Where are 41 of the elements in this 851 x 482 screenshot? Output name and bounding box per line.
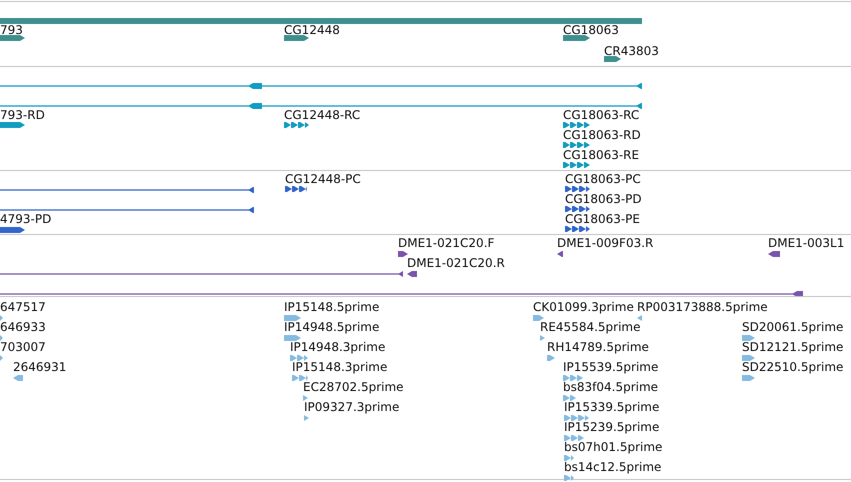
feature-label: CG18063 [563, 23, 619, 37]
feature-label: IP15339.5prime [564, 400, 660, 414]
feature-label: SD20061.5prime [742, 320, 844, 334]
feature-label: DME1-003L1 [768, 236, 844, 250]
feature-label: IP09327.3prime [304, 400, 400, 414]
feature-label: CR43803 [604, 44, 659, 58]
feature-label: CG12448-PC [285, 172, 361, 186]
feature-label: CG18063-PC [565, 172, 641, 186]
feature-label: IP14948.5prime [284, 320, 380, 334]
feature-label: 646933 [0, 320, 46, 334]
feature-label: RE45584.5prime [540, 320, 640, 334]
feature-label: CG18063-RC [563, 108, 640, 122]
feature-label: IP14948.3prime [290, 340, 386, 354]
feature-label: CG18063-RD [563, 128, 641, 142]
feature-label: 703007 [0, 340, 46, 354]
feature-label: 793 [0, 23, 23, 37]
feature-label: EC28702.5prime [303, 380, 404, 394]
feature-label: DME1-009F03.R [557, 236, 654, 250]
feature-label: DME1-021C20.R [407, 256, 505, 270]
feature-label: 793-RD [0, 108, 45, 122]
feature-label: CG18063-PD [565, 192, 642, 206]
feature-label: SD22510.5prime [742, 360, 844, 374]
feature-label: SD12121.5prime [742, 340, 844, 354]
feature-label: CG18063-RE [563, 148, 640, 162]
feature-label: 647517 [0, 300, 46, 314]
feature-label: bs14c12.5prime [564, 460, 662, 474]
feature-label: CK01099.3prime [533, 300, 634, 314]
feature-label: CG12448-RC [284, 108, 360, 122]
feature-label: CG12448 [284, 23, 340, 37]
feature-label: 2646931 [13, 360, 66, 374]
feature-label: IP15539.5prime [563, 360, 658, 374]
feature-label: bs83f04.5prime [563, 380, 658, 394]
feature-label: RP003173888.5prime [637, 300, 768, 314]
feature-label: IP15239.5prime [564, 420, 660, 434]
feature-label: CG18063-PE [565, 212, 640, 226]
feature-label: RH14789.5prime [547, 340, 649, 354]
feature-label: IP15148.5prime [284, 300, 380, 314]
feature-label: IP15148.3prime [292, 360, 388, 374]
feature-label: bs07h01.5prime [564, 440, 662, 454]
feature-label: DME1-021C20.F [398, 236, 494, 250]
feature-label: 4793-PD [0, 212, 52, 226]
